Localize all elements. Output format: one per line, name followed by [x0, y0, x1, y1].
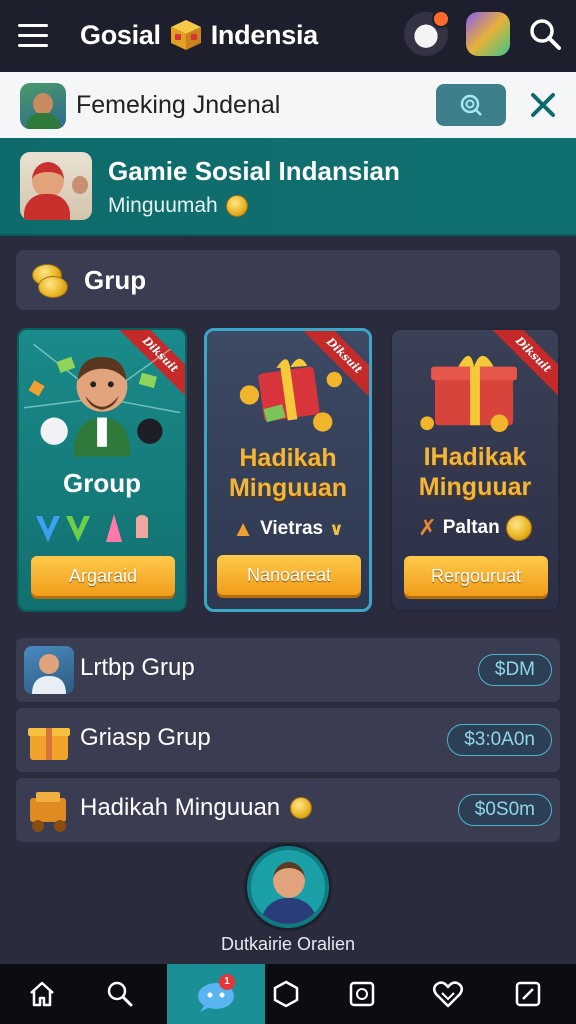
- weekly-gift-card[interactable]: Diksuit Hadikah Minguuan ▲ Vietras ∨ Nan…: [204, 328, 372, 612]
- nav-favorites[interactable]: [412, 964, 484, 1024]
- user-avatar: [24, 646, 74, 694]
- game-avatar[interactable]: [466, 12, 510, 56]
- nav-edit[interactable]: [492, 964, 564, 1024]
- bottom-navigation: 1: [0, 964, 576, 1024]
- card-action-button[interactable]: Argaraid: [31, 556, 175, 596]
- card-title-line-1: IHadikak: [423, 443, 527, 471]
- group-subtitle: Minguumah: [108, 194, 248, 218]
- top-app-bar: Gosial Indensia: [0, 0, 576, 72]
- card-title-line-2: Minguuar: [418, 473, 532, 501]
- gem-row: [19, 508, 185, 548]
- search-icon[interactable]: [528, 17, 562, 51]
- profile-avatar-button[interactable]: [247, 846, 329, 928]
- search-go-button[interactable]: [436, 84, 506, 126]
- card-title: IHadikak Minguuar: [392, 442, 558, 502]
- card-title: Hadikah Minguuan: [207, 443, 369, 503]
- list-item[interactable]: Lrtbp Grup $DM: [16, 638, 560, 702]
- group-title: Gamie Sosial Indansian: [108, 156, 400, 186]
- search-icon: [107, 981, 133, 1007]
- list-item[interactable]: Griasp Grup $3:0A0n: [16, 708, 560, 772]
- list-item[interactable]: Hadikah Minguuan $0S0m: [16, 778, 560, 842]
- card-action-button[interactable]: Nanoareat: [217, 555, 361, 595]
- square-circle-icon: [349, 981, 375, 1007]
- search-input[interactable]: [76, 88, 416, 122]
- chevron-down-icon: ∨: [329, 518, 344, 539]
- card-extra: ✗ Paltan: [392, 508, 558, 548]
- app-title-right: Indensia: [210, 19, 318, 50]
- nav-home[interactable]: [6, 964, 78, 1024]
- treasure-cart-icon: [30, 792, 66, 832]
- close-icon[interactable]: [528, 90, 558, 120]
- gift-box-art: [239, 358, 342, 432]
- card-title-line-2: Minguuan: [228, 474, 348, 502]
- list-item-label: Hadikah Minguuan: [80, 794, 313, 822]
- group-card[interactable]: Diksuit Group Argaraid: [17, 328, 187, 612]
- menu-icon[interactable]: [18, 24, 48, 48]
- app-title: Gosial Indensia: [80, 18, 318, 52]
- section-title: Grup: [84, 264, 147, 295]
- sword-icon: ✗: [418, 515, 437, 540]
- coins-icon: [30, 260, 74, 300]
- card-action-button[interactable]: Rergouruat: [404, 556, 548, 596]
- app-title-left: Gosial: [80, 19, 161, 50]
- chest-icon: ▲: [232, 516, 255, 541]
- heart-icon: [433, 981, 463, 1008]
- profile-name: Dutkairie Oralien: [220, 934, 356, 954]
- nav-search[interactable]: [84, 964, 156, 1024]
- gift-box-art: [420, 355, 517, 433]
- cube-logo-icon: [170, 20, 201, 50]
- search-user-avatar[interactable]: [20, 83, 66, 129]
- edit-icon: [515, 981, 541, 1007]
- gems-icon: [36, 514, 148, 542]
- nav-hexagon[interactable]: [250, 964, 322, 1024]
- gift-icon: [28, 728, 70, 760]
- hexagon-icon: [273, 980, 299, 1008]
- coin-icon: [290, 797, 313, 819]
- weekly-gift-card[interactable]: Diksuit IHadikak Minguuar ✗ Paltan Rergo…: [390, 328, 560, 612]
- nav-record[interactable]: [326, 964, 398, 1024]
- section-header: Grup: [16, 250, 560, 310]
- coin-icon: [505, 515, 532, 541]
- price-pill[interactable]: $3:0A0n: [447, 724, 552, 756]
- price-pill[interactable]: $DM: [477, 654, 552, 686]
- card-extra-label: Paltan: [442, 517, 500, 538]
- lens-icon: [460, 94, 482, 116]
- card-title-line-1: Hadikah: [239, 444, 337, 472]
- top-actions: [404, 10, 562, 56]
- search-bar: [0, 72, 576, 138]
- notification-dot: [432, 10, 450, 28]
- notifications-avatar[interactable]: [404, 10, 450, 56]
- list-item-label: Lrtbp Grup: [80, 654, 195, 681]
- group-character-art: [23, 343, 181, 457]
- price-pill[interactable]: $0S0m: [457, 794, 552, 826]
- notification-badge: 1: [219, 974, 235, 990]
- card-extra: ▲ Vietras ∨: [207, 509, 369, 549]
- card-title: Group: [63, 468, 141, 498]
- group-header[interactable]: Gamie Sosial Indansian Minguumah: [0, 138, 576, 236]
- group-subtitle-text: Minguumah: [108, 194, 218, 217]
- home-icon: [30, 981, 54, 1007]
- card-extra-label: Vietras: [260, 518, 324, 539]
- list-item-label: Griasp Grup: [80, 724, 211, 751]
- coin-icon: [225, 195, 248, 217]
- list-item-text: Hadikah Minguuan: [80, 794, 281, 821]
- group-avatar: [20, 152, 92, 220]
